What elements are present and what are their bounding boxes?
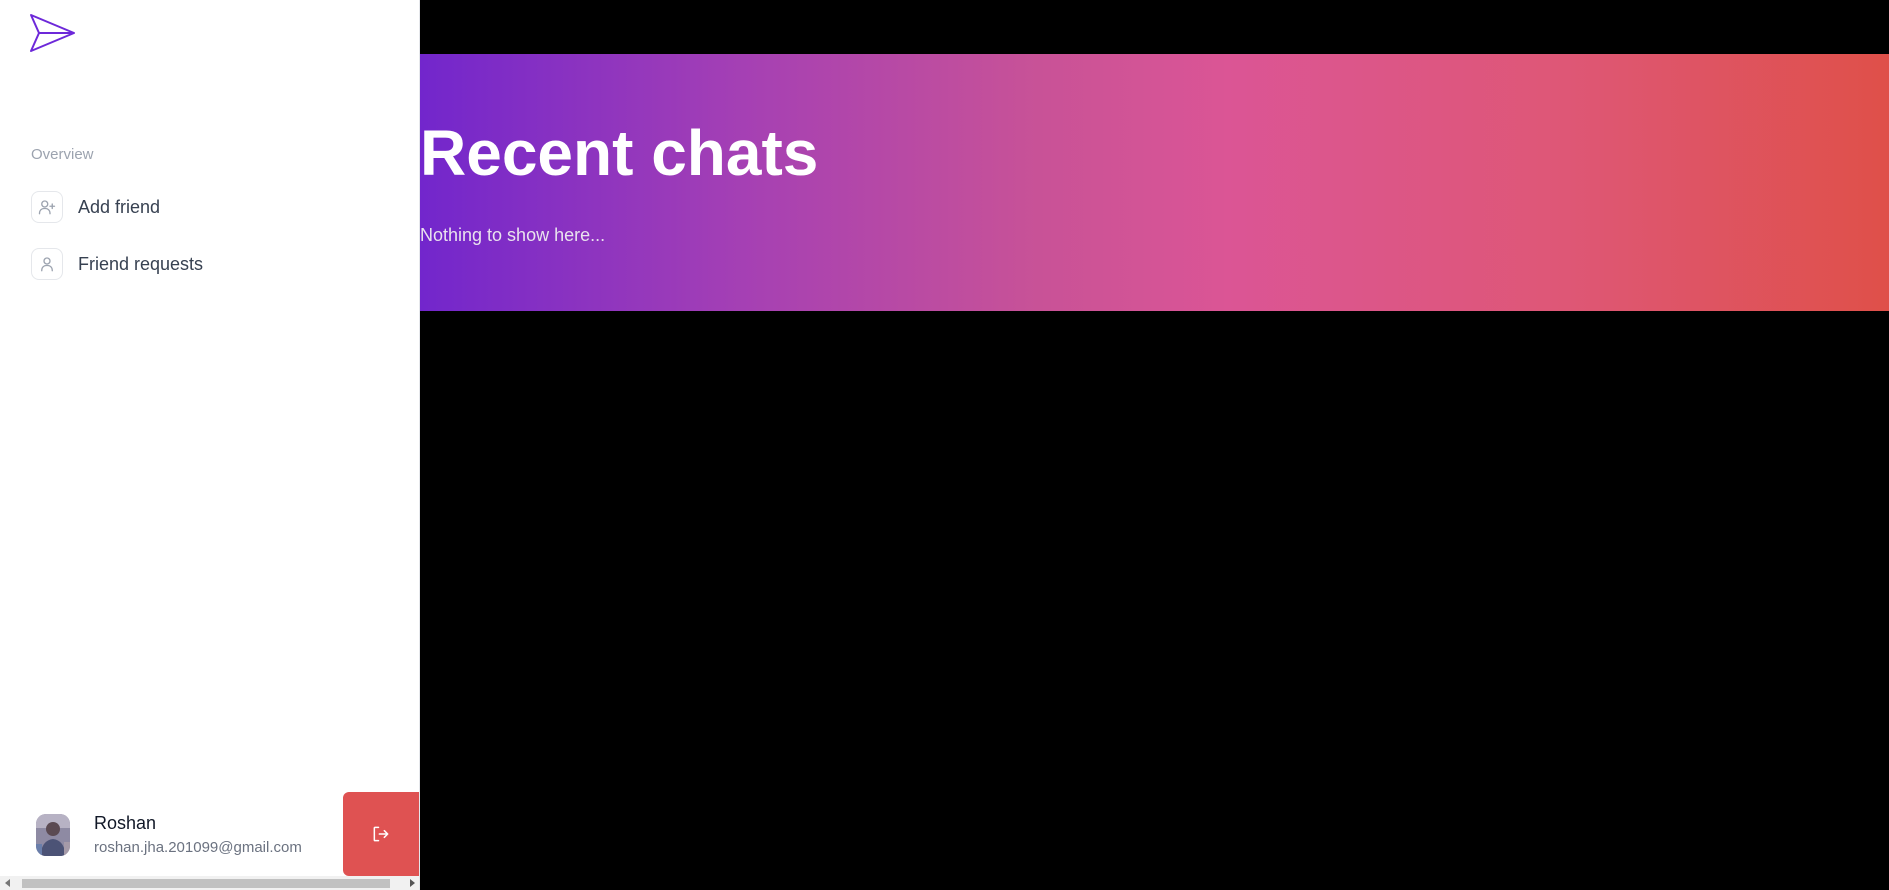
sidebar-item-friend-requests[interactable]: Friend requests bbox=[31, 248, 203, 280]
page-title: Recent chats bbox=[420, 117, 819, 189]
scroll-left-icon[interactable] bbox=[0, 876, 16, 890]
recent-chats-banner: Recent chats Nothing to show here... bbox=[420, 54, 1889, 311]
user-plus-icon bbox=[31, 191, 63, 223]
nav-section-heading: Overview bbox=[31, 146, 94, 163]
sign-out-button[interactable] bbox=[343, 792, 419, 876]
avatar bbox=[36, 813, 70, 856]
user-profile: Roshan roshan.jha.201099@gmail.com bbox=[36, 812, 302, 857]
sidebar-item-label: Add friend bbox=[78, 197, 161, 217]
sign-out-icon bbox=[373, 826, 389, 842]
sidebar: Overview Add friend Friend requests Rosh… bbox=[0, 0, 420, 890]
horizontal-scrollbar[interactable] bbox=[0, 876, 419, 890]
scroll-right-icon[interactable] bbox=[404, 876, 419, 890]
profile-name: Roshan bbox=[94, 813, 157, 833]
profile-email: roshan.jha.201099@gmail.com bbox=[94, 839, 302, 856]
user-icon bbox=[31, 248, 63, 280]
scrollbar-thumb[interactable] bbox=[22, 879, 390, 888]
paper-plane-icon[interactable] bbox=[28, 12, 78, 54]
empty-state-text: Nothing to show here... bbox=[420, 225, 606, 245]
sidebar-item-label: Friend requests bbox=[78, 254, 204, 274]
sidebar-item-add-friend[interactable]: Add friend bbox=[31, 191, 160, 223]
